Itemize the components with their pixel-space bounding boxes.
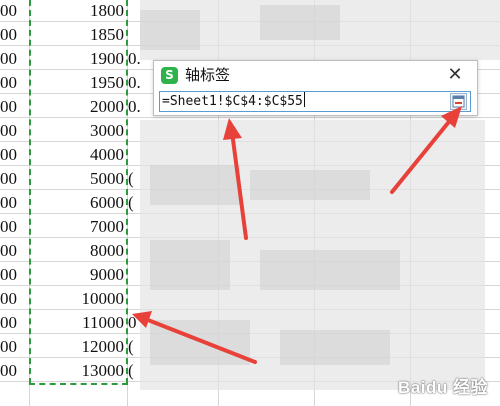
cell-b[interactable]: 11000 [30, 312, 126, 334]
cell-a[interactable]: 00 [0, 312, 30, 334]
blurred-region [280, 330, 390, 365]
cell-b[interactable]: 5000 [30, 168, 126, 190]
selection-border [29, 383, 128, 385]
cell-a[interactable]: 00 [0, 48, 30, 70]
selection-border [29, 0, 31, 384]
range-input[interactable]: =Sheet1!$C$4:$C$55 [159, 91, 471, 112]
cell-b[interactable]: 7000 [30, 216, 126, 238]
range-value: =Sheet1!$C$4:$C$55 [162, 94, 303, 109]
cell-a[interactable]: 00 [0, 288, 30, 310]
blurred-region [250, 170, 370, 200]
axis-label-dialog: S 轴标签 ✕ =Sheet1!$C$4:$C$55 [153, 60, 478, 116]
cell-a[interactable]: 00 [0, 216, 30, 238]
dialog-titlebar[interactable]: S 轴标签 ✕ [154, 61, 477, 89]
cell-a[interactable]: 00 [0, 24, 30, 46]
blurred-region [150, 240, 230, 290]
wps-spreadsheet-icon: S [161, 67, 178, 84]
cell-b[interactable]: 10000 [30, 288, 126, 310]
cell-a[interactable]: 00 [0, 96, 30, 118]
cell-b[interactable]: 2000 [30, 96, 126, 118]
cell-b[interactable]: 9000 [30, 264, 126, 286]
cell-a[interactable]: 00 [0, 360, 30, 382]
cell-a[interactable]: 00 [0, 192, 30, 214]
cell-b[interactable]: 3000 [30, 120, 126, 142]
blurred-region [140, 10, 200, 50]
cell-a[interactable]: 00 [0, 72, 30, 94]
cell-a[interactable]: 00 [0, 144, 30, 166]
cell-b[interactable]: 4000 [30, 144, 126, 166]
cell-b[interactable]: 6000 [30, 192, 126, 214]
dialog-title: 轴标签 [185, 66, 231, 84]
cell-b[interactable]: 12000 [30, 336, 126, 358]
close-button[interactable]: ✕ [445, 65, 465, 85]
cell-a[interactable]: 00 [0, 120, 30, 142]
selection-border [126, 0, 128, 384]
blurred-region [260, 250, 400, 290]
cell-b[interactable]: 1900 [30, 48, 126, 70]
cell-b[interactable]: 1950 [30, 72, 126, 94]
cell-a[interactable]: 00 [0, 0, 30, 22]
blurred-region [150, 165, 240, 205]
cell-b[interactable]: 1800 [30, 0, 126, 22]
watermark: Baidu 经验 [398, 378, 488, 397]
cell-a[interactable]: 00 [0, 168, 30, 190]
cell-b[interactable]: 8000 [30, 240, 126, 262]
cell-a[interactable]: 00 [0, 336, 30, 358]
cell-b[interactable]: 13000 [30, 360, 126, 382]
cell-b[interactable]: 1850 [30, 24, 126, 46]
collapse-icon [452, 95, 465, 108]
cell-a[interactable]: 00 [0, 264, 30, 286]
text-caret [303, 92, 305, 107]
blurred-region [260, 5, 340, 40]
collapse-dialog-button[interactable] [450, 93, 467, 110]
cell-a[interactable]: 00 [0, 240, 30, 262]
blurred-region [150, 320, 250, 365]
